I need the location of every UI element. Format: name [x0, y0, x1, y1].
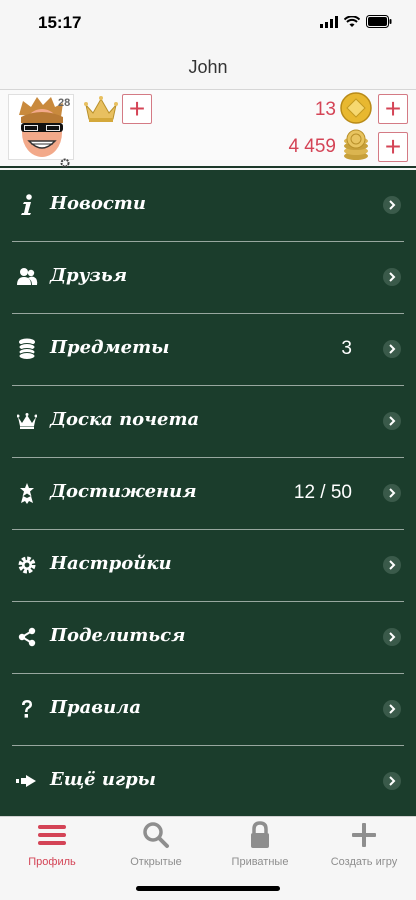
- question-icon: [16, 698, 38, 720]
- crown-icon: [16, 410, 38, 432]
- tab-label: Приватные: [231, 856, 289, 868]
- menu-item-items[interactable]: Предметы 3: [0, 314, 416, 386]
- menu-item-more-games[interactable]: Ещё игры: [0, 746, 416, 818]
- tab-label: Открытые: [130, 856, 182, 868]
- menu-item-news[interactable]: Новости: [0, 170, 416, 242]
- tab-label: Создать игру: [330, 856, 398, 868]
- search-icon: [143, 822, 169, 848]
- wifi-icon: [344, 15, 360, 27]
- menu-item-label: Доска почета: [50, 409, 200, 430]
- menu-item-label: Поделиться: [50, 625, 186, 646]
- tab-profile[interactable]: Профиль: [0, 821, 104, 868]
- chevron-right-icon: [383, 196, 401, 214]
- lock-icon: [251, 821, 269, 848]
- gold-coin-icon: [340, 92, 372, 124]
- chevron-right-icon: [383, 268, 401, 286]
- more-games-icon: [16, 770, 38, 792]
- medal-icon: [16, 482, 38, 504]
- chevron-right-icon: [383, 700, 401, 718]
- home-indicator: [136, 886, 280, 891]
- chevron-right-icon: [383, 772, 401, 790]
- tab-create-game[interactable]: Создать игру: [312, 821, 416, 868]
- tab-open-games[interactable]: Открытые: [104, 821, 208, 868]
- menu-item-friends[interactable]: Друзья: [0, 242, 416, 314]
- menu-item-label: Друзья: [50, 265, 128, 286]
- chevron-right-icon: [383, 340, 401, 358]
- tab-private-games[interactable]: Приватные: [208, 821, 312, 868]
- crown-icon: [84, 96, 118, 122]
- menu-item-label: Правила: [50, 697, 142, 718]
- battery-icon: [366, 15, 392, 28]
- menu-item-label: Ещё игры: [50, 769, 156, 790]
- signal-icon: [320, 15, 338, 28]
- info-icon: [16, 194, 38, 216]
- profile-header: 28 + 13 + 4 459 +: [0, 90, 416, 168]
- chevron-right-icon: [383, 628, 401, 646]
- gear-icon: [16, 554, 38, 576]
- chevron-right-icon: [383, 484, 401, 502]
- profile-menu: Новости Друзья Предметы 3 Доска почета Д…: [0, 170, 416, 816]
- menu-item-achievements[interactable]: Достижения 12 / 50: [0, 458, 416, 530]
- menu-item-label: Предметы: [50, 337, 170, 358]
- settings-gear-small-icon: [60, 158, 70, 168]
- chevron-right-icon: [383, 556, 401, 574]
- upgrade-plus-button[interactable]: +: [122, 94, 152, 124]
- page-title: John: [188, 57, 228, 77]
- plus-icon: [352, 823, 376, 847]
- navigation-bar: John: [0, 44, 416, 90]
- menu-item-label: Настройки: [50, 553, 172, 574]
- menu-item-share[interactable]: Поделиться: [0, 602, 416, 674]
- menu-item-rules[interactable]: Правила: [0, 674, 416, 746]
- tab-label: Профиль: [28, 856, 76, 868]
- level-badge: 28: [58, 97, 71, 109]
- system-icons: [320, 15, 392, 28]
- menu-item-settings[interactable]: Настройки: [0, 530, 416, 602]
- share-icon: [16, 626, 38, 648]
- menu-item-count: 3: [341, 338, 352, 359]
- status-bar: 15:17: [0, 0, 416, 44]
- menu-item-label: Новости: [50, 193, 146, 214]
- menu-item-label: Достижения: [50, 481, 197, 502]
- menu-item-leaderboard[interactable]: Доска почета: [0, 386, 416, 458]
- chevron-right-icon: [383, 412, 401, 430]
- friends-icon: [16, 266, 38, 288]
- status-time: 15:17: [38, 13, 82, 32]
- coins-count: 4 459: [288, 136, 336, 157]
- coins-icon: [16, 338, 38, 360]
- menu-item-count: 12 / 50: [293, 482, 352, 503]
- gold-count: 13: [314, 99, 336, 120]
- coin-stack-icon: [344, 129, 368, 160]
- menu-icon: [38, 825, 66, 845]
- buy-gold-plus-button[interactable]: +: [378, 94, 408, 124]
- buy-coins-plus-button[interactable]: +: [378, 132, 408, 162]
